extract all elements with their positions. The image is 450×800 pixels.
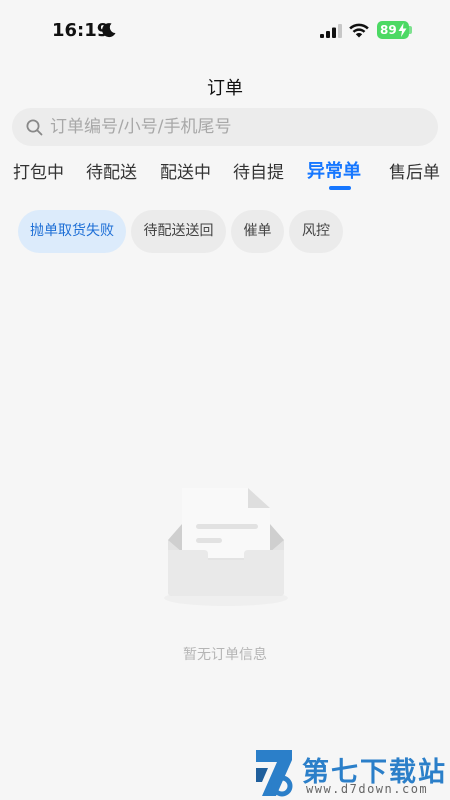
empty-inbox-icon [164,488,288,606]
moon-icon [102,23,116,38]
watermark-url: www.d7down.com [306,782,429,796]
filter-chip-dispatch-pickup-failed[interactable]: 抛单取货失败 [18,210,126,253]
tab-awaiting-delivery[interactable]: 待配送 [86,158,137,183]
order-status-tabs: 打包中 待配送 配送中 待自提 异常单 售后单 [0,158,450,194]
battery-level: 89 [380,23,397,37]
charging-bolt-icon [398,23,407,37]
tab-delivering[interactable]: 配送中 [160,158,211,183]
search-icon [26,119,43,136]
tab-awaiting-pickup[interactable]: 待自提 [233,158,284,183]
active-tab-indicator [329,186,351,190]
watermark: 第七下载站 www.d7down.com [252,748,448,798]
tab-exception-orders[interactable]: 异常单 [307,157,361,183]
filter-chip-reminder[interactable]: 催单 [231,210,284,253]
tab-after-sales[interactable]: 售后单 [389,158,440,183]
battery-cap [409,26,412,34]
watermark-logo [256,750,293,797]
page-title: 订单 [207,78,243,99]
search-input[interactable] [50,108,420,146]
search-bar[interactable] [12,108,438,146]
empty-state-message: 暂无订单信息 [183,647,267,663]
filter-chip-risk-control[interactable]: 风控 [289,210,343,253]
status-bar: 16:19 89 [0,0,450,60]
tab-packing[interactable]: 打包中 [13,158,64,183]
battery-indicator: 89 [377,21,409,39]
filter-chip-awaiting-return[interactable]: 待配送送回 [131,210,226,253]
signal-icon [320,24,342,38]
wifi-icon [349,23,369,38]
